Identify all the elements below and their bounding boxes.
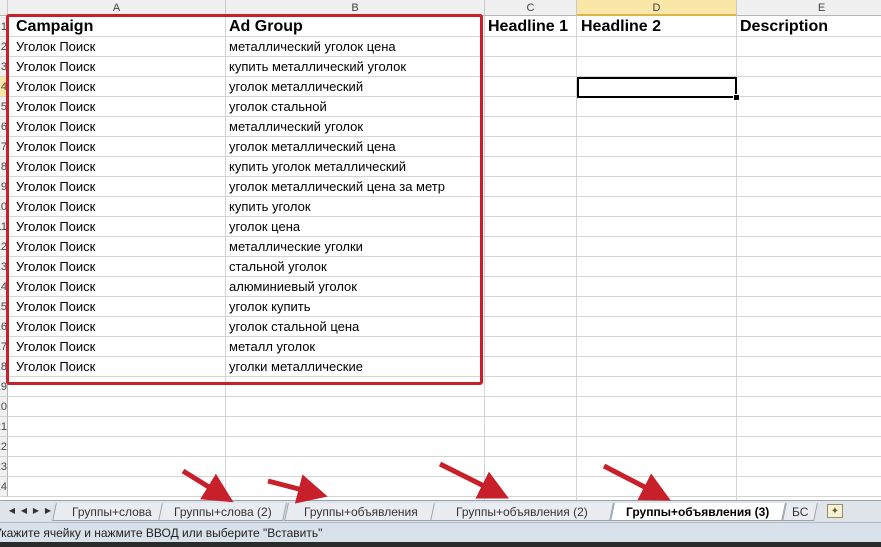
row-header[interactable]: 20 (0, 397, 8, 417)
sheet-tab[interactable]: Группы+объявления (2) (430, 503, 614, 521)
sheet-tab-bar: ◀ ◀ ▶ ▶ Группы+слова Группы+слова (2) Груп… (0, 500, 881, 522)
fill-handle[interactable] (733, 94, 740, 101)
column-header-e[interactable]: E (737, 0, 881, 16)
selected-cell-d4[interactable] (577, 77, 737, 98)
status-text: Укажите ячейку и нажмите ВВОД или выбери… (0, 526, 323, 540)
first-sheet-icon[interactable]: ◀ (6, 505, 18, 517)
sheet-tab[interactable]: Группы+слова (52, 503, 171, 521)
sheet-tab-label: Группы+объявления (304, 505, 418, 519)
column-header-c[interactable]: C (485, 0, 577, 16)
header-headline-2[interactable]: Headline 2 (573, 17, 736, 37)
sheet-tab[interactable]: Группы+объявления (3) (610, 503, 786, 521)
header-headline-1[interactable]: Headline 1 (480, 17, 576, 37)
row-header[interactable]: 21 (0, 417, 8, 437)
taskbar-strip (0, 542, 881, 547)
grid-line (8, 436, 881, 437)
row-header[interactable]: 22 (0, 437, 8, 457)
row-header[interactable]: 23 (0, 457, 8, 477)
header-description[interactable]: Description (732, 17, 881, 37)
sheet-tab-label: Группы+объявления (2) (456, 505, 588, 519)
sheet-tab-label: БС (791, 505, 809, 519)
annotation-highlight-box (6, 14, 483, 385)
column-header-d[interactable]: D (577, 0, 737, 16)
sheet-tab-label: Группы+слова (2) (173, 505, 272, 519)
next-sheet-icon[interactable]: ▶ (30, 505, 42, 517)
grid-line (484, 16, 485, 500)
row-header[interactable]: 24 (0, 477, 8, 497)
sheet-tab-label: Группы+объявления (3) (626, 505, 770, 519)
grid-line (8, 416, 881, 417)
sheet-tab[interactable]: Группы+объявления (284, 503, 438, 521)
sheet-tab-label: Группы+слова (71, 505, 152, 519)
grid-line (8, 396, 881, 397)
sheet-tab[interactable]: Группы+слова (2) (158, 503, 287, 521)
status-bar: Укажите ячейку и нажмите ВВОД или выбери… (0, 522, 881, 547)
spreadsheet-grid[interactable]: A B C D E 123456789101112131415161718192… (0, 0, 881, 500)
prev-sheet-icon[interactable]: ◀ (18, 505, 30, 517)
sheet-tab[interactable]: БС (782, 503, 818, 521)
grid-line (8, 496, 881, 497)
grid-line (8, 476, 881, 477)
insert-sheet-icon[interactable]: ✦ (827, 504, 843, 518)
grid-line (8, 456, 881, 457)
